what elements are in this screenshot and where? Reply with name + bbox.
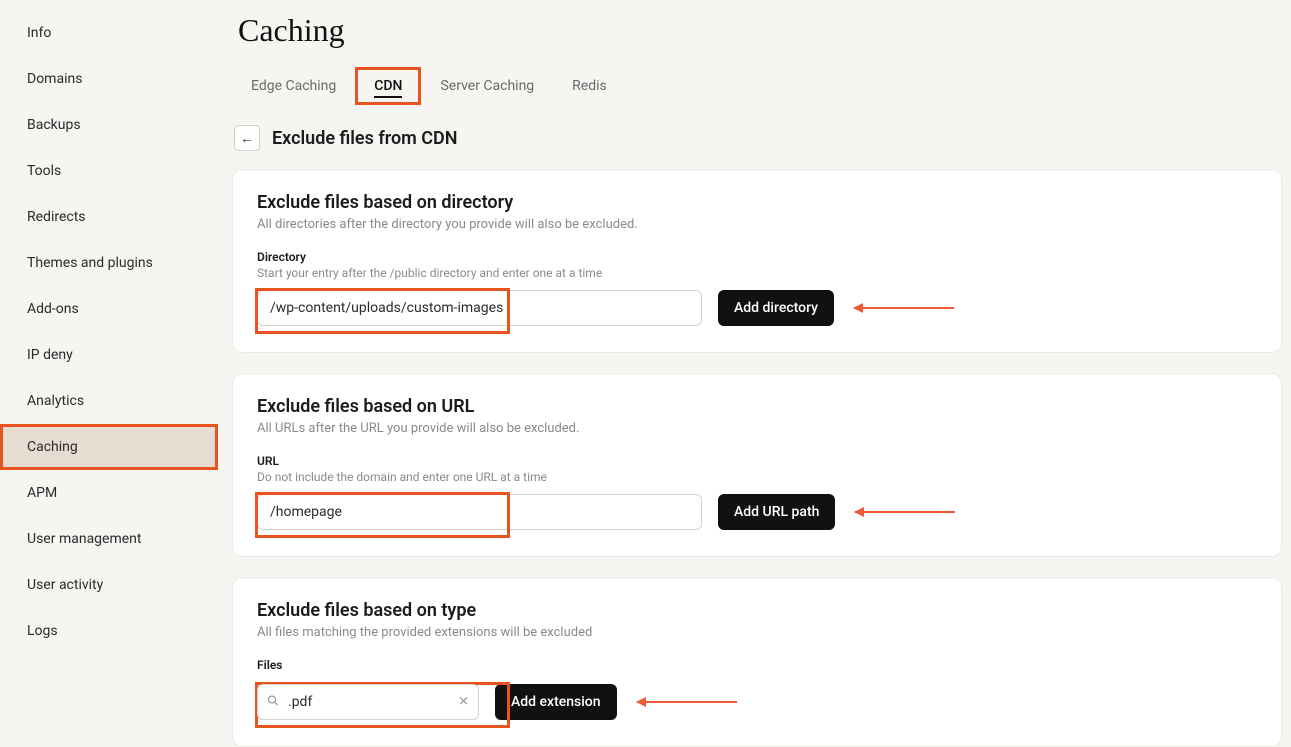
add-extension-button[interactable]: Add extension [495,684,617,720]
files-label: Files [257,658,1257,672]
sidebar-item-analytics[interactable]: Analytics [0,378,218,424]
sidebar-item-ipdeny[interactable]: IP deny [0,332,218,378]
back-button[interactable]: ← [234,125,260,151]
card-title: Exclude files based on type [257,600,1257,621]
sidebar-item-addons[interactable]: Add-ons [0,286,218,332]
tab-edge-caching[interactable]: Edge Caching [232,67,355,105]
card-title: Exclude files based on URL [257,396,1257,417]
directory-label: Directory [257,250,1257,264]
sidebar-item-useractivity[interactable]: User activity [0,562,218,608]
subheader: ← Exclude files from CDN [234,125,1282,151]
card-exclude-url: Exclude files based on URL All URLs afte… [232,373,1282,557]
add-url-button[interactable]: Add URL path [718,494,835,530]
annotation-arrow [854,307,954,309]
sidebar-item-tools[interactable]: Tools [0,148,218,194]
url-input[interactable] [257,494,702,530]
sidebar-item-backups[interactable]: Backups [0,102,218,148]
card-exclude-type: Exclude files based on type All files ma… [232,577,1282,747]
directory-hint: Start your entry after the /public direc… [257,266,1257,280]
sidebar-item-themes[interactable]: Themes and plugins [0,240,218,286]
tabs: Edge Caching CDN Server Caching Redis [232,67,1282,105]
card-desc: All files matching the provided extensio… [257,625,1257,640]
sidebar-item-caching[interactable]: Caching [0,424,218,470]
sidebar-item-usermgmt[interactable]: User management [0,516,218,562]
main-content: Caching Edge Caching CDN Server Caching … [218,0,1291,710]
tab-cdn[interactable]: CDN [355,67,421,105]
sidebar-item-info[interactable]: Info [0,10,218,56]
subheader-title: Exclude files from CDN [272,128,457,149]
clear-icon[interactable]: ✕ [458,695,469,710]
card-title: Exclude files based on directory [257,192,1257,213]
page-title: Caching [238,12,1282,49]
sidebar-item-logs[interactable]: Logs [0,608,218,654]
annotation-arrow [637,701,737,703]
url-label: URL [257,454,1257,468]
card-desc: All directories after the directory you … [257,217,1257,232]
arrow-left-icon: ← [240,130,254,146]
add-directory-button[interactable]: Add directory [718,290,834,326]
files-input[interactable] [257,684,479,720]
url-hint: Do not include the domain and enter one … [257,470,1257,484]
directory-input[interactable] [257,290,702,326]
tab-redis[interactable]: Redis [553,67,626,105]
sidebar: Info Domains Backups Tools Redirects The… [0,0,218,710]
sidebar-item-redirects[interactable]: Redirects [0,194,218,240]
card-exclude-directory: Exclude files based on directory All dir… [232,169,1282,353]
tab-server-caching[interactable]: Server Caching [421,67,553,105]
sidebar-item-apm[interactable]: APM [0,470,218,516]
sidebar-item-domains[interactable]: Domains [0,56,218,102]
annotation-arrow [855,511,955,513]
card-desc: All URLs after the URL you provide will … [257,421,1257,436]
